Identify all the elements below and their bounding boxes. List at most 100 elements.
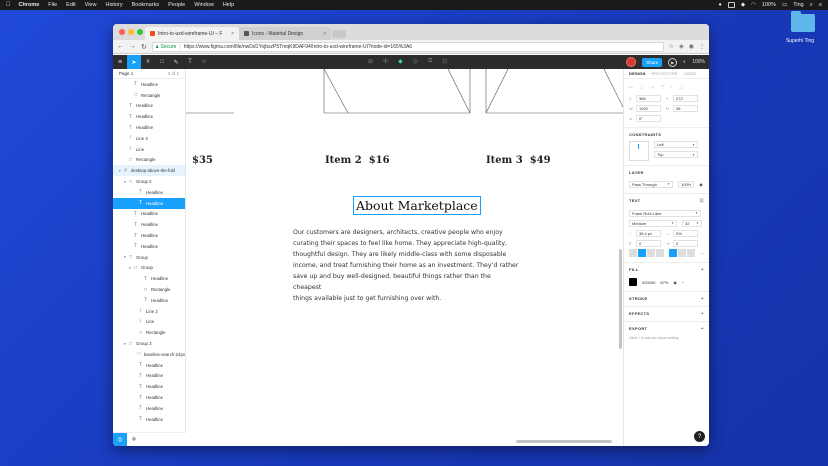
components-tab-icon[interactable]: ❖: [127, 436, 141, 443]
horizontal-constraint-select[interactable]: Left ▼: [654, 141, 698, 148]
layer-row[interactable]: T Headline: [113, 122, 185, 133]
search-icon[interactable]: ⌕: [810, 2, 813, 9]
view-icon[interactable]: ◐: [683, 59, 686, 65]
menu-view[interactable]: View: [85, 2, 97, 8]
mask-icon[interactable]: ◎: [413, 58, 418, 65]
align-top-icon[interactable]: ⊤: [660, 85, 664, 91]
tab-figma-file[interactable]: Intro-to-uxd-wireframe-UI – F ×: [145, 27, 239, 40]
new-tab-button[interactable]: [332, 30, 346, 38]
menu-file[interactable]: File: [48, 2, 57, 8]
user-name[interactable]: Ting: [793, 2, 804, 8]
layer-row[interactable]: T Headline: [113, 371, 185, 382]
apple-icon[interactable]: : [6, 2, 11, 8]
add-effect-icon[interactable]: +: [701, 311, 704, 317]
desktop-folder[interactable]: Superhi Ting: [786, 11, 820, 44]
fill-color-swatch[interactable]: [629, 278, 637, 286]
star-icon[interactable]: ☆: [669, 43, 674, 50]
blend-mode-select[interactable]: Pass Through ▼: [629, 180, 673, 188]
canvas[interactable]: $35 Item 2 $16 Item 3 $49 About Marketplac…: [186, 69, 623, 446]
layer-row[interactable]: □ Rectangle: [113, 327, 185, 338]
layer-row[interactable]: T Headline: [113, 219, 185, 230]
paragraph-indent-field[interactable]: 0: [673, 239, 698, 247]
align-left-text-icon[interactable]: [629, 249, 637, 257]
layer-row[interactable]: T Headline: [113, 187, 185, 198]
menu-history[interactable]: History: [105, 2, 122, 8]
align-left-icon[interactable]: ⊢: [629, 85, 633, 91]
forward-icon[interactable]: →: [129, 43, 136, 50]
move-tool-icon[interactable]: ➤: [127, 55, 141, 69]
layer-row[interactable]: □ Rectangle: [113, 284, 185, 295]
maximize-window-button[interactable]: [137, 29, 143, 35]
shape-tool-icon[interactable]: □: [155, 55, 169, 69]
line-height-field[interactable]: 38.4 px: [636, 229, 661, 237]
fill-hex-field[interactable]: 000000: [642, 280, 655, 285]
fill-opacity-field[interactable]: 87%: [660, 280, 668, 285]
menu-help[interactable]: Help: [223, 2, 234, 8]
back-icon[interactable]: ←: [117, 43, 124, 50]
layer-row[interactable]: T Headline: [113, 273, 185, 284]
layer-row[interactable]: T Headline: [113, 381, 185, 392]
vertical-scrollbar[interactable]: [619, 249, 622, 349]
menu-window[interactable]: Window: [194, 2, 214, 8]
paragraph-spacing-field[interactable]: 0: [636, 239, 661, 247]
layer-row[interactable]: ▾ □ Group: [113, 252, 185, 263]
layer-row[interactable]: □ baseline-search-24px: [113, 349, 185, 360]
component-icon[interactable]: ✣: [383, 58, 388, 65]
menu-bookmarks[interactable]: Bookmarks: [132, 2, 160, 8]
visibility-icon[interactable]: ◉: [699, 182, 703, 187]
layer-row[interactable]: T Headline: [113, 230, 185, 241]
y-field[interactable]: 272: [673, 94, 698, 102]
layer-row[interactable]: ▾ # desktop-above-the-fold: [113, 165, 185, 177]
display-icon[interactable]: [727, 2, 735, 8]
layer-row[interactable]: T Headline: [113, 414, 185, 425]
share-button[interactable]: Share: [642, 57, 663, 67]
battery-icon[interactable]: ▭: [782, 2, 787, 8]
reload-icon[interactable]: ↻: [141, 43, 147, 51]
close-tab-icon[interactable]: ×: [323, 31, 326, 37]
tab-code[interactable]: CODE: [684, 71, 696, 76]
layer-row[interactable]: T Headline: [113, 79, 185, 90]
layer-row[interactable]: / Line 2: [113, 306, 185, 317]
about-paragraph[interactable]: Our customers are designers, architects,…: [293, 227, 519, 304]
dropbox-icon[interactable]: ◆: [741, 2, 745, 8]
about-heading[interactable]: About Marketplace: [353, 196, 481, 215]
vertical-constraint-select[interactable]: Top ▼: [654, 151, 698, 158]
text-settings-icon[interactable]: ⊡: [700, 198, 705, 204]
layer-row[interactable]: / Line: [113, 317, 185, 328]
menu-people[interactable]: People: [168, 2, 185, 8]
pen-tool-icon[interactable]: ✎: [169, 55, 183, 69]
constraint-widget[interactable]: [629, 141, 649, 161]
align-center-icon[interactable]: ⊥: [639, 85, 643, 91]
layer-row[interactable]: / Line: [113, 144, 185, 155]
layer-row[interactable]: □ Rectangle: [113, 155, 185, 166]
x-field[interactable]: 386: [636, 94, 661, 102]
align-right-icon[interactable]: ⊣: [650, 85, 654, 91]
layer-row[interactable]: ▾ □ Group 2: [113, 176, 185, 187]
union-icon[interactable]: ⊞: [368, 58, 373, 65]
extension-icon[interactable]: ◉: [689, 43, 694, 50]
layer-row[interactable]: T Headline: [113, 209, 185, 220]
frame-tool-icon[interactable]: #: [141, 55, 155, 69]
opacity-field[interactable]: 100%: [678, 180, 695, 188]
close-window-button[interactable]: [119, 29, 125, 35]
add-stroke-icon[interactable]: +: [701, 296, 704, 302]
layer-row[interactable]: T Headline: [113, 295, 185, 306]
present-icon[interactable]: ▶: [668, 57, 678, 67]
component-icon[interactable]: ◆: [398, 58, 403, 65]
tab-prototype[interactable]: PROTOTYPE: [652, 71, 678, 76]
layer-row[interactable]: T Headline: [113, 403, 185, 414]
rotation-field[interactable]: 0°: [636, 114, 661, 122]
text-tool-icon[interactable]: T: [183, 55, 197, 69]
align-center-text-icon[interactable]: [638, 249, 646, 257]
avatar[interactable]: [626, 57, 637, 67]
layer-row[interactable]: T Headline: [113, 360, 185, 371]
tab-design[interactable]: DESIGN: [629, 71, 646, 76]
close-tab-icon[interactable]: ×: [231, 31, 234, 37]
more-options-icon[interactable]: ⋯: [700, 251, 704, 256]
horizontal-scrollbar[interactable]: [516, 440, 612, 443]
hamburger-menu-icon[interactable]: ≡: [113, 55, 127, 69]
help-button[interactable]: ?: [694, 431, 705, 442]
layer-row[interactable]: T Headline: [113, 392, 185, 403]
battery-percent[interactable]: 100%: [762, 2, 776, 8]
layer-row[interactable]: □ Rectangle: [113, 90, 185, 101]
